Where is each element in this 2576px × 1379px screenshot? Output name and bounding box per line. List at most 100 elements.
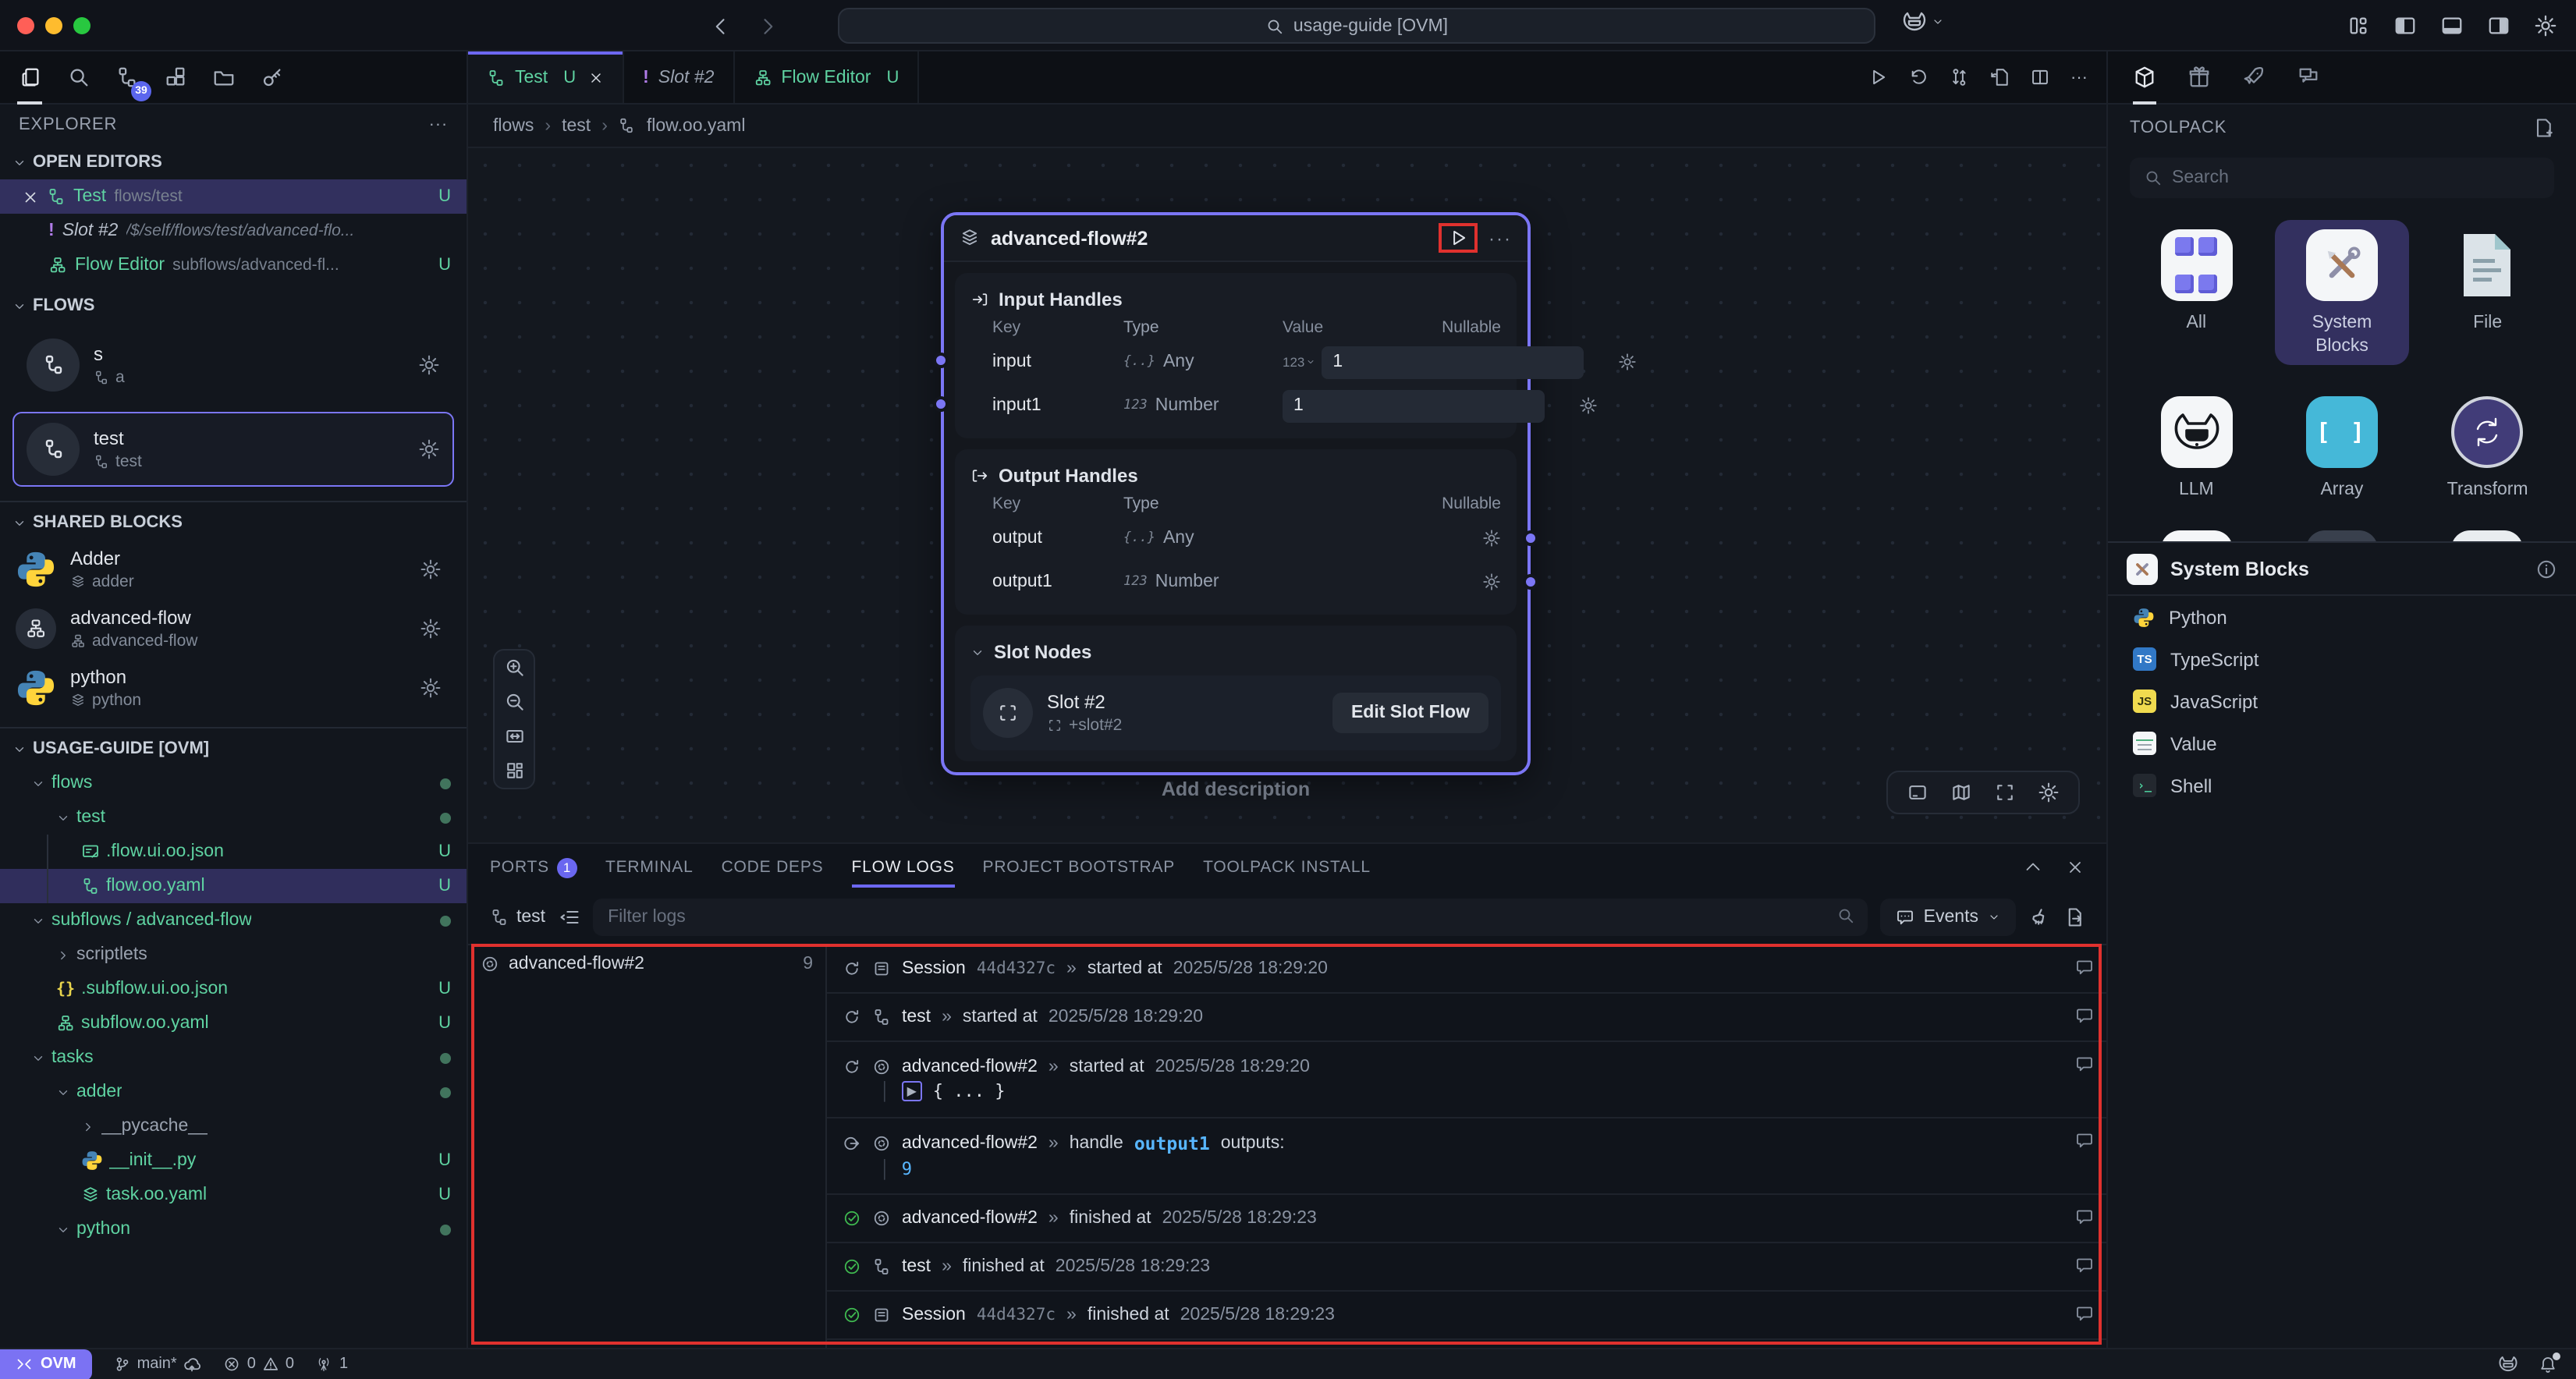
flow-card-test[interactable]: test test	[12, 412, 454, 487]
output1-connector[interactable]	[1523, 574, 1538, 590]
edit-slot-flow-button[interactable]: Edit Slot Flow	[1332, 693, 1488, 733]
ports-indicator[interactable]: 1	[316, 1356, 348, 1373]
panel-maximize-button[interactable]	[2024, 858, 2042, 877]
problems-indicator[interactable]: 0 0	[224, 1356, 294, 1373]
tab-ports[interactable]: PORTS1	[490, 844, 577, 891]
log-row-session-start[interactable]: Session 44d4327c » started at 2025/5/28 …	[827, 945, 2106, 994]
auto-layout-button[interactable]	[503, 760, 525, 782]
close-icon[interactable]	[22, 188, 39, 205]
comment-icon[interactable]	[2075, 1055, 2094, 1073]
chat-tab-button[interactable]	[2297, 51, 2320, 103]
toolpack-tab-button[interactable]	[2133, 51, 2156, 103]
command-center-search[interactable]: usage-guide [OVM]	[838, 8, 1875, 44]
shared-blocks-header[interactable]: SHARED BLOCKS	[0, 505, 467, 540]
node-more-button[interactable]: ···	[1488, 227, 1512, 249]
minimize-window-button[interactable]	[45, 16, 62, 34]
tab-flow-editor[interactable]: Flow Editor U	[734, 51, 919, 103]
chevron-down-icon[interactable]	[970, 645, 985, 659]
clear-logs-button[interactable]	[2028, 906, 2050, 928]
minimap-icon[interactable]	[1950, 782, 1972, 803]
project-section-header[interactable]: USAGE-GUIDE [OVM]	[0, 732, 467, 766]
tab-slot2[interactable]: ! Slot #2	[624, 51, 734, 103]
activity-extensions-button[interactable]	[161, 57, 189, 97]
tree-folder-subflows[interactable]: subflows / advanced-flow	[0, 903, 467, 938]
new-toolpack-button[interactable]	[2532, 117, 2554, 139]
activity-flows-button[interactable]: 39	[112, 57, 140, 97]
tab-code-deps[interactable]: CODE DEPS	[722, 844, 824, 891]
log-row-test-start[interactable]: test » started at 2025/5/28 18:29:20	[827, 994, 2106, 1042]
open-editor-slot2[interactable]: ! Slot #2 /$/self/flows/test/advanced-fl…	[0, 214, 467, 248]
tree-folder-test[interactable]: test	[0, 800, 467, 835]
tree-file-init-py[interactable]: __init__.pyU	[0, 1143, 467, 1178]
activity-search-button[interactable]	[64, 57, 92, 97]
play-icon[interactable]	[1448, 228, 1468, 248]
rocket-tab-button[interactable]	[2242, 51, 2266, 103]
tree-folder-tasks[interactable]: tasks	[0, 1040, 467, 1075]
events-dropdown[interactable]: Events	[1880, 899, 2016, 936]
assistant-status-icon[interactable]	[2498, 1354, 2518, 1374]
block-settings-button[interactable]	[420, 618, 442, 640]
log-row-output1[interactable]: advanced-flow#2 » handle output1 outputs…	[827, 1118, 2106, 1195]
card-array[interactable]: [ ] Array	[2275, 387, 2409, 509]
nullable-gear-button[interactable]	[1584, 353, 1637, 371]
card-file[interactable]: File	[2421, 220, 2555, 365]
block-settings-button[interactable]	[420, 677, 442, 699]
toolpack-search-input[interactable]	[2172, 168, 2540, 187]
comment-icon[interactable]	[2075, 958, 2094, 977]
tree-file-task-yaml[interactable]: task.oo.yamlU	[0, 1178, 467, 1212]
output-connector[interactable]	[1523, 530, 1538, 546]
editor-more-button[interactable]: ···	[2070, 68, 2088, 87]
fit-view-button[interactable]	[503, 725, 525, 747]
system-block-typescript[interactable]: TS TypeScript	[2108, 638, 2576, 680]
breadcrumb[interactable]: flows› test› flow.oo.yaml	[468, 105, 2106, 148]
activity-folder-button[interactable]	[209, 57, 237, 97]
flow-settings-button[interactable]	[418, 438, 440, 460]
forward-button[interactable]	[757, 15, 779, 37]
shared-block-adder[interactable]: Adder adder	[0, 540, 467, 599]
flow-settings-button[interactable]	[418, 354, 440, 376]
card-llm[interactable]: LLM	[2129, 387, 2263, 509]
log-row-node-finished[interactable]: advanced-flow#2 » finished at 2025/5/28 …	[827, 1195, 2106, 1243]
info-icon[interactable]	[2535, 558, 2557, 580]
comment-icon[interactable]	[2075, 1006, 2094, 1025]
expand-payload-button[interactable]: ▶	[902, 1081, 922, 1101]
zoom-out-button[interactable]	[503, 691, 525, 713]
run-flow-button[interactable]	[1868, 67, 1888, 87]
open-editor-flow-editor[interactable]: Flow Editor subflows/advanced-fl... U	[0, 248, 467, 282]
tree-folder-python[interactable]: python	[0, 1212, 467, 1246]
export-logs-button[interactable]	[2063, 906, 2085, 928]
card-system-blocks[interactable]: System Blocks	[2275, 220, 2409, 365]
tab-project-bootstrap[interactable]: PROJECT BOOTSTRAP	[983, 844, 1176, 891]
open-editor-test[interactable]: Test flows/test U	[0, 179, 467, 214]
shared-block-advanced-flow[interactable]: advanced-flow advanced-flow	[0, 599, 467, 658]
card-transform[interactable]: Transform	[2421, 387, 2555, 509]
tree-folder-flows[interactable]: flows	[0, 766, 467, 800]
system-block-python[interactable]: Python	[2108, 596, 2576, 638]
back-button[interactable]	[710, 15, 732, 37]
log-row-test-finished[interactable]: test » finished at 2025/5/28 18:29:23	[827, 1243, 2106, 1292]
assistant-menu[interactable]	[1902, 9, 1944, 34]
activity-keys-button[interactable]	[257, 57, 286, 97]
tab-toolpack-install[interactable]: TOOLPACK INSTALL	[1203, 844, 1371, 891]
settings-gear-button[interactable]	[2534, 14, 2557, 37]
tree-file-subflow-ui-json[interactable]: {}.subflow.ui.oo.jsonU	[0, 972, 467, 1006]
system-block-shell[interactable]: ›_ Shell	[2108, 764, 2576, 806]
panel-close-button[interactable]	[2066, 858, 2085, 877]
comment-icon[interactable]	[2075, 1304, 2094, 1323]
filter-logs-input[interactable]	[592, 899, 1868, 936]
close-window-button[interactable]	[17, 16, 34, 34]
toggle-right-sidebar-button[interactable]	[2487, 14, 2510, 37]
flows-section-header[interactable]: FLOWS	[0, 289, 467, 323]
comment-icon[interactable]	[2075, 1207, 2094, 1226]
split-editor-button[interactable]	[2030, 67, 2050, 87]
activity-explorer-button[interactable]	[16, 57, 44, 97]
flow-card-s[interactable]: s a	[12, 328, 454, 402]
slot-card[interactable]: Slot #2 +slot#2 Edit Slot Flow	[970, 675, 1501, 750]
input-connector[interactable]	[933, 353, 949, 368]
tree-file-flow-yaml[interactable]: flow.oo.yamlU	[0, 869, 467, 903]
explorer-more-button[interactable]: ···	[429, 115, 448, 134]
zoom-window-button[interactable]	[73, 16, 90, 34]
toolpack-search[interactable]	[2130, 158, 2554, 198]
nullable-gear-button[interactable]	[1545, 396, 1598, 415]
close-icon[interactable]	[588, 69, 604, 85]
